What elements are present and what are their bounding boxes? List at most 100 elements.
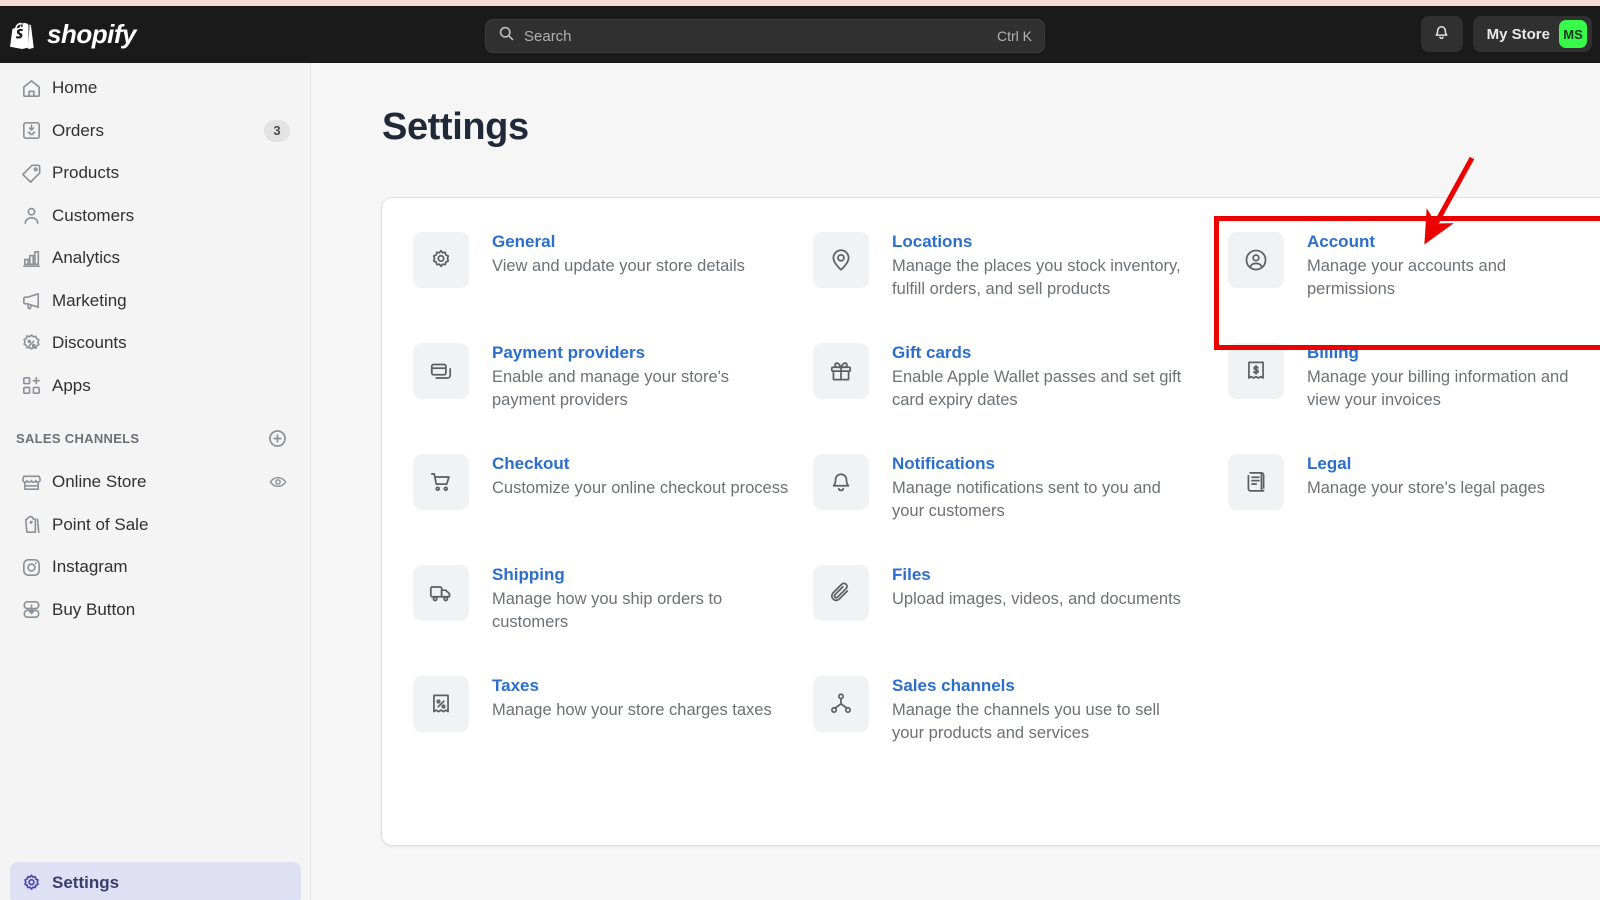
gift-icon (813, 343, 869, 399)
instagram-icon (10, 556, 52, 579)
sidebar-item-label: Marketing (52, 290, 127, 310)
app-root: shopify Ctrl K My Store (0, 0, 1600, 900)
sidebar-item-customers[interactable]: Customers (10, 195, 300, 238)
setting-general[interactable]: General View and update your store detai… (413, 229, 813, 340)
setting-notifications[interactable]: Notifications Manage notifications sent … (813, 451, 1228, 562)
truck-icon (413, 565, 469, 621)
setting-link[interactable]: Locations (892, 231, 1192, 254)
bell-icon (813, 454, 869, 510)
eye-icon[interactable] (268, 472, 288, 492)
store-name-label: My Store (1486, 25, 1550, 43)
sidebar-item-label: Home (52, 78, 98, 98)
store-switcher-button[interactable]: My Store MS (1472, 16, 1592, 52)
setting-account[interactable]: Account Manage your accounts and permiss… (1228, 229, 1600, 340)
setting-link[interactable]: Payment providers (492, 342, 792, 365)
setting-link[interactable]: Files (892, 564, 1181, 587)
setting-link[interactable]: Shipping (492, 564, 792, 587)
sidebar-item-products[interactable]: Products (10, 152, 300, 195)
setting-link[interactable]: Checkout (492, 453, 788, 476)
shopify-brand[interactable]: shopify (4, 18, 304, 52)
setting-description: Customize your online checkout process (492, 478, 789, 497)
setting-empty-slot (1228, 673, 1600, 784)
setting-description: View and update your store details (492, 256, 745, 275)
sidebar-item-label: Settings (52, 873, 120, 892)
sidebar-item-label: Instagram (52, 557, 128, 577)
sidebar-item-marketing[interactable]: Marketing (10, 280, 300, 323)
setting-locations[interactable]: Locations Manage the places you stock in… (813, 229, 1228, 340)
sidebar-item-buy-button[interactable]: Buy Button (10, 589, 300, 632)
setting-description: Manage how your store charges taxes (492, 700, 772, 719)
person-icon (10, 204, 52, 227)
apps-grid-plus-icon (10, 374, 52, 397)
sidebar-item-label: Products (52, 163, 120, 183)
sidebar-item-label: Point of Sale (52, 514, 149, 534)
setting-description: Enable and manage your store's payment p… (492, 367, 730, 410)
sales-channels-title: SALES CHANNELS (16, 430, 140, 446)
location-pin-icon (813, 232, 869, 288)
pos-bag-icon (10, 513, 52, 536)
setting-link[interactable]: Taxes (492, 675, 772, 698)
sidebar: Home Orders 3 Products Customers Analyti… (0, 63, 311, 900)
setting-taxes[interactable]: Taxes Manage how your store charges taxe… (413, 673, 813, 784)
sidebar-item-analytics[interactable]: Analytics (10, 237, 300, 280)
top-bar: shopify Ctrl K My Store (0, 6, 1600, 63)
paperclip-icon (813, 565, 869, 621)
tag-icon (10, 162, 52, 185)
home-icon (10, 77, 52, 100)
credit-card-icon (413, 343, 469, 399)
orders-count-badge: 3 (264, 119, 290, 142)
setting-payment-providers[interactable]: Payment providers Enable and manage your… (413, 340, 813, 451)
settings-grid: General View and update your store detai… (413, 229, 1600, 784)
page-title: Settings (382, 106, 529, 148)
setting-description: Manage the places you stock inventory, f… (892, 256, 1181, 299)
setting-description: Upload images, videos, and documents (892, 589, 1181, 608)
sidebar-item-home[interactable]: Home (10, 67, 300, 110)
setting-checkout[interactable]: Checkout Customize your online checkout … (413, 451, 813, 562)
setting-files[interactable]: Files Upload images, videos, and documen… (813, 562, 1228, 673)
bar-chart-icon (10, 247, 52, 270)
account-circle-icon (1228, 232, 1284, 288)
top-bar-right-cluster: My Store MS (1420, 16, 1592, 52)
setting-link[interactable]: Account (1307, 231, 1597, 254)
search-icon (498, 25, 515, 47)
notifications-button[interactable] (1420, 16, 1463, 52)
setting-description: Manage your billing information and view… (1307, 367, 1569, 410)
sidebar-item-label: Customers (52, 205, 135, 225)
sidebar-item-apps[interactable]: Apps (10, 365, 300, 408)
sidebar-item-label: Online Store (52, 472, 147, 492)
sidebar-item-label: Orders (52, 120, 104, 140)
setting-link[interactable]: Gift cards (892, 342, 1192, 365)
setting-description: Manage the channels you use to sell your… (892, 700, 1160, 743)
setting-description: Manage notifications sent to you and you… (892, 478, 1161, 521)
sidebar-item-orders[interactable]: Orders 3 (10, 110, 300, 153)
global-search[interactable]: Ctrl K (485, 19, 1045, 53)
storefront-icon (10, 471, 52, 494)
setting-sales-channels[interactable]: Sales channels Manage the channels you u… (813, 673, 1228, 784)
setting-shipping[interactable]: Shipping Manage how you ship orders to c… (413, 562, 813, 673)
search-input[interactable] (524, 27, 997, 45)
sidebar-item-point-of-sale[interactable]: Point of Sale (10, 504, 300, 547)
setting-link[interactable]: Sales channels (892, 675, 1192, 698)
setting-legal[interactable]: Legal Manage your store's legal pages (1228, 451, 1600, 562)
setting-link[interactable]: Billing (1307, 342, 1597, 365)
sidebar-item-discounts[interactable]: Discounts (10, 322, 300, 365)
shopping-cart-icon (413, 454, 469, 510)
setting-billing[interactable]: Billing Manage your billing information … (1228, 340, 1600, 451)
sidebar-item-label: Analytics (52, 248, 121, 268)
megaphone-icon (10, 289, 52, 312)
gear-icon (413, 232, 469, 288)
setting-link[interactable]: Legal (1307, 453, 1545, 476)
sidebar-item-settings[interactable]: Settings (10, 862, 301, 900)
setting-link[interactable]: General (492, 231, 745, 254)
sidebar-item-online-store[interactable]: Online Store (10, 461, 300, 504)
sidebar-item-label: Discounts (52, 333, 127, 353)
setting-link[interactable]: Notifications (892, 453, 1192, 476)
tax-receipt-icon (413, 676, 469, 732)
percent-badge-icon (10, 332, 52, 355)
sidebar-item-instagram[interactable]: Instagram (10, 546, 300, 589)
setting-gift-cards[interactable]: Gift cards Enable Apple Wallet passes an… (813, 340, 1228, 451)
receipt-dollar-icon (1228, 343, 1284, 399)
plus-circle-icon[interactable] (267, 428, 288, 449)
scroll-document-icon (1228, 454, 1284, 510)
search-shortcut-hint: Ctrl K (997, 28, 1032, 44)
